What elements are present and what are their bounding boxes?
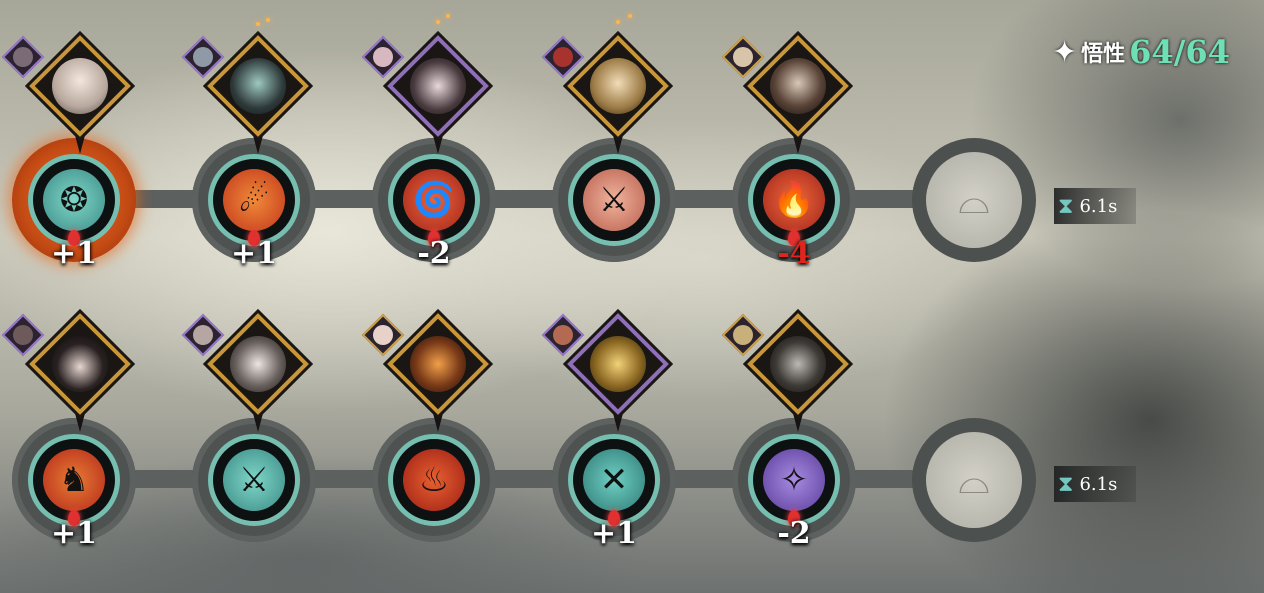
insight-label: 悟性 xyxy=(1081,42,1126,67)
skill-orb[interactable]: ⚔ xyxy=(208,434,300,526)
hero-portrait[interactable] xyxy=(747,35,849,154)
skill-delta: +1 xyxy=(230,236,277,271)
hero-portrait[interactable] xyxy=(387,35,489,154)
burning-warrior-portrait xyxy=(410,336,466,392)
skill-slot[interactable]: ❂ +1 xyxy=(12,138,136,271)
crossed-swords-icon: ⚔ xyxy=(223,449,285,511)
golden-automaton-portrait xyxy=(590,336,646,392)
empty-cup-icon: ⌓ xyxy=(926,432,1022,528)
skill-delta: -2 xyxy=(417,236,451,271)
broken-blade-icon: ⚔ xyxy=(583,169,645,231)
hero-portrait[interactable] xyxy=(207,313,309,432)
skill-slot[interactable]: ⚔ xyxy=(552,138,676,262)
skill-slot[interactable]: ♞ +1 xyxy=(12,418,136,551)
violet-slash-icon: ✧ xyxy=(763,449,825,511)
fire-tornado-icon: 🌀 xyxy=(403,169,465,231)
insight-star-icon: ✦ xyxy=(1052,34,1078,70)
cooldown-timer: ⧗ 6.1s xyxy=(1054,188,1136,224)
fire-burst-icon: 🔥 xyxy=(763,169,825,231)
hero-portrait[interactable] xyxy=(29,35,131,154)
red-eyed-knight-portrait xyxy=(770,58,826,114)
skill-track-1: ❂ +1 ☄ +1 🌀 -2 ⚔ 🔥 -4 ⌓ xyxy=(0,138,1036,271)
skill-track-2: ♞ +1 ⚔ ♨ ✕ +1 ✧ -2 ⌓ xyxy=(0,418,1036,551)
skill-slot[interactable]: ⚔ xyxy=(192,418,316,542)
skill-delta: +1 xyxy=(50,516,97,551)
white-haired-hero-portrait xyxy=(52,58,108,114)
dark-queen-portrait xyxy=(410,58,466,114)
cooldown-value: 6.1s xyxy=(1079,195,1118,217)
hero-portrait[interactable] xyxy=(747,313,849,432)
skill-delta: -4 xyxy=(777,236,811,271)
hourglass-icon: ⧗ xyxy=(1058,193,1074,219)
golden-prince-portrait xyxy=(590,58,646,114)
black-haired-lady-portrait xyxy=(52,336,108,392)
ember-spark xyxy=(436,20,440,24)
empty-cup-icon: ⌓ xyxy=(926,152,1022,248)
flame-pillar-icon: ♨ xyxy=(403,449,465,511)
ember-spark xyxy=(266,18,270,22)
skill-orb[interactable]: ⚔ xyxy=(568,154,660,246)
ember-spark xyxy=(628,14,632,18)
cooldown-timer: ⧗ 6.1s xyxy=(1054,466,1136,502)
hero-portrait[interactable] xyxy=(567,35,669,154)
ember-spark xyxy=(256,22,260,26)
skill-slot[interactable]: 🌀 -2 xyxy=(372,138,496,271)
hero-portrait[interactable] xyxy=(567,313,669,432)
blade-cross-icon: ✕ xyxy=(583,449,645,511)
skill-slot[interactable]: ✕ +1 xyxy=(552,418,676,551)
insight-stat: ✦ 悟性 64/64 xyxy=(1052,30,1230,74)
hero-portrait[interactable] xyxy=(387,313,489,432)
ember-spark xyxy=(446,14,450,18)
skill-slot[interactable]: 🔥 -4 xyxy=(732,138,856,271)
hero-portrait[interactable] xyxy=(207,35,309,154)
locked-slot[interactable]: ⌓ xyxy=(912,138,1036,262)
skill-slot[interactable]: ✧ -2 xyxy=(732,418,856,551)
locked-slot[interactable]: ⌓ xyxy=(912,418,1036,542)
hero-portrait[interactable] xyxy=(29,313,131,432)
insight-value: 64/64 xyxy=(1129,33,1230,71)
skill-orb[interactable]: ♨ xyxy=(388,434,480,526)
swirl-beast-icon: ❂ xyxy=(43,169,105,231)
skill-delta: +1 xyxy=(590,516,637,551)
masked-lady-portrait xyxy=(230,58,286,114)
bearded-elder-portrait xyxy=(770,336,826,392)
flame-slash-icon: ☄ xyxy=(223,169,285,231)
hourglass-icon: ⧗ xyxy=(1058,471,1074,497)
skill-delta: +1 xyxy=(50,236,97,271)
skill-slot[interactable]: ♨ xyxy=(372,418,496,542)
charging-fire-icon: ♞ xyxy=(43,449,105,511)
skill-slot[interactable]: ☄ +1 xyxy=(192,138,316,271)
ember-spark xyxy=(616,20,620,24)
skill-delta: -2 xyxy=(777,516,811,551)
pale-swordsman-portrait xyxy=(230,336,286,392)
cooldown-value: 6.1s xyxy=(1079,473,1118,495)
